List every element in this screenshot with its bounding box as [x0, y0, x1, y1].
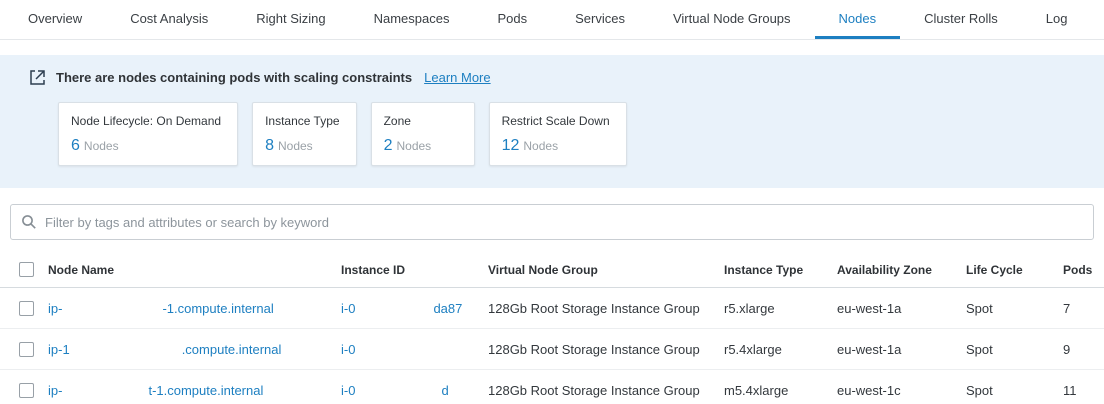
redacted-segment [62, 300, 162, 313]
redacted-segment [355, 382, 441, 395]
tab-right-sizing[interactable]: Right Sizing [232, 0, 349, 39]
redacted-segment [355, 300, 433, 313]
card-title: Restrict Scale Down [502, 114, 610, 128]
card-title: Instance Type [265, 114, 340, 128]
filter-search-bar [10, 204, 1094, 240]
tab-services[interactable]: Services [551, 0, 649, 39]
cell-instance-type: r5.xlarge [724, 301, 837, 316]
card-count: 8 [265, 137, 274, 154]
tab-pods[interactable]: Pods [473, 0, 551, 39]
table-header: Node Name Instance ID Virtual Node Group… [0, 252, 1104, 288]
col-instance-id: Instance ID [341, 263, 488, 277]
redacted-segment [62, 382, 148, 395]
learn-more-link[interactable]: Learn More [424, 70, 490, 85]
node-name-link[interactable]: ip-1.compute.internal [48, 342, 281, 357]
card-count: 12 [502, 137, 520, 154]
cell-life-cycle: Spot [966, 383, 1063, 398]
tab-namespaces[interactable]: Namespaces [350, 0, 474, 39]
cell-vng: 128Gb Root Storage Instance Group [488, 342, 724, 357]
col-node-name: Node Name [48, 263, 341, 277]
cell-life-cycle: Spot [966, 301, 1063, 316]
nodes-table: Node Name Instance ID Virtual Node Group… [0, 252, 1104, 404]
redacted-segment [70, 341, 182, 354]
col-instance-type: Instance Type [724, 263, 837, 277]
row-checkbox[interactable] [19, 383, 34, 398]
select-all-checkbox[interactable] [19, 262, 34, 277]
card-zone: Zone 2Nodes [371, 102, 475, 166]
cell-vng: 128Gb Root Storage Instance Group [488, 301, 724, 316]
card-instance-type: Instance Type 8 Nodes [252, 102, 357, 166]
card-node-lifecycle: Node Lifecycle: On Demand 6 Nodes [58, 102, 238, 166]
col-availability-zone: Availability Zone [837, 263, 966, 277]
cell-pods: 9 [1063, 342, 1104, 357]
constraint-cards: Node Lifecycle: On Demand 6 Nodes Instanc… [58, 102, 1076, 166]
card-title: Node Lifecycle: On Demand [71, 114, 221, 128]
tab-virtual-node-groups[interactable]: Virtual Node Groups [649, 0, 815, 39]
table-row: ip-1.compute.internal i-0 128Gb Root Sto… [0, 329, 1104, 370]
table-row: ip--1.compute.internal i-0da87 128Gb Roo… [0, 288, 1104, 329]
cell-pods: 7 [1063, 301, 1104, 316]
node-name-link[interactable]: ip--1.compute.internal [48, 301, 274, 316]
table-row: ip-t-1.compute.internal i-0d 128Gb Root … [0, 370, 1104, 404]
cell-instance-type: r5.4xlarge [724, 342, 837, 357]
tab-log[interactable]: Log [1022, 0, 1092, 39]
redacted-segment [355, 341, 435, 354]
cell-instance-type: m5.4xlarge [724, 383, 837, 398]
scaling-constraints-banner: There are nodes containing pods with sca… [0, 55, 1104, 188]
tab-nodes[interactable]: Nodes [815, 0, 901, 39]
card-unit: Nodes [523, 139, 558, 153]
card-unit: Nodes [84, 139, 119, 153]
tab-overview[interactable]: Overview [4, 0, 106, 39]
cell-vng: 128Gb Root Storage Instance Group [488, 383, 724, 398]
card-count: 2 [384, 137, 393, 154]
card-title: Zone [384, 114, 458, 128]
instance-id-link[interactable]: i-0da87 [341, 301, 462, 316]
card-count: 6 [71, 137, 80, 154]
scaling-constraints-icon [28, 68, 46, 86]
search-icon [21, 214, 37, 230]
cell-availability-zone: eu-west-1c [837, 383, 966, 398]
row-checkbox[interactable] [19, 342, 34, 357]
card-restrict-scale-down: Restrict Scale Down 12Nodes [489, 102, 627, 166]
card-unit: Nodes [278, 139, 313, 153]
banner-message: There are nodes containing pods with sca… [56, 70, 412, 85]
instance-id-link[interactable]: i-0d [341, 383, 449, 398]
row-checkbox[interactable] [19, 301, 34, 316]
col-virtual-node-group: Virtual Node Group [488, 263, 724, 277]
cell-pods: 11 [1063, 383, 1104, 398]
col-life-cycle: Life Cycle [966, 263, 1063, 277]
tab-bar: Overview Cost Analysis Right Sizing Name… [0, 0, 1104, 40]
node-name-link[interactable]: ip-t-1.compute.internal [48, 383, 263, 398]
cell-availability-zone: eu-west-1a [837, 342, 966, 357]
tab-cluster-rolls[interactable]: Cluster Rolls [900, 0, 1022, 39]
table-body: ip--1.compute.internal i-0da87 128Gb Roo… [0, 288, 1104, 404]
cell-availability-zone: eu-west-1a [837, 301, 966, 316]
instance-id-link[interactable]: i-0 [341, 342, 435, 357]
search-input[interactable] [45, 215, 1083, 230]
cell-life-cycle: Spot [966, 342, 1063, 357]
col-pods: Pods [1063, 263, 1104, 277]
card-unit: Nodes [396, 139, 431, 153]
tab-cost-analysis[interactable]: Cost Analysis [106, 0, 232, 39]
